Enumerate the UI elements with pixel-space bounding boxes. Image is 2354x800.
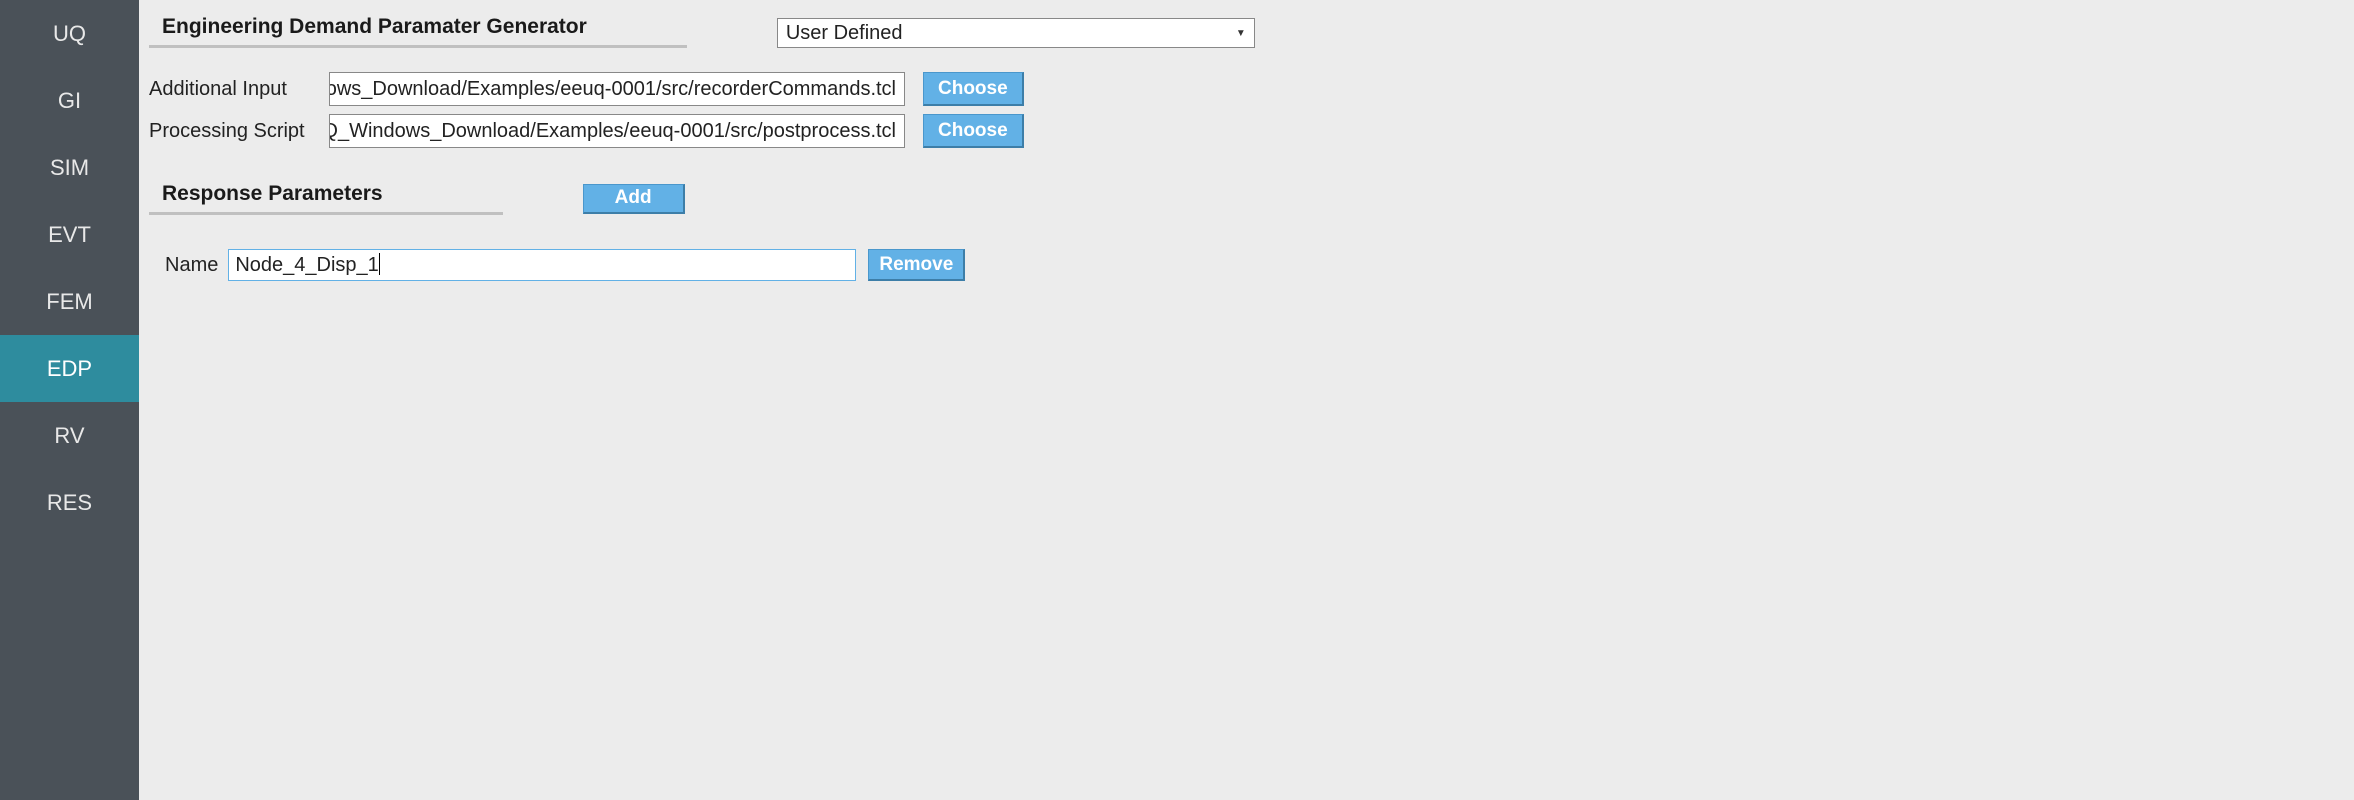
generator-selected-value: User Defined [786, 22, 903, 45]
header-row: Engineering Demand Paramater Generator U… [149, 15, 2354, 48]
page-title: Engineering Demand Paramater Generator [149, 15, 687, 48]
processing-script-label: Processing Script [149, 120, 329, 143]
add-parameter-button[interactable]: Add [583, 184, 685, 214]
param-name-label: Name [165, 254, 218, 277]
processing-script-row: Processing Script nload/EE-UQ_Windows_Do… [149, 114, 2354, 148]
sidebar-item-fem[interactable]: FEM [0, 268, 139, 335]
text-cursor [379, 253, 380, 275]
sidebar-item-uq[interactable]: UQ [0, 0, 139, 67]
chevron-down-icon: ▼ [1236, 28, 1246, 39]
additional-input-field[interactable]: E-UQ_Windows_Download/Examples/eeuq-0001… [329, 72, 905, 106]
sidebar-item-evt[interactable]: EVT [0, 201, 139, 268]
choose-processing-button[interactable]: Choose [923, 114, 1024, 148]
response-header-row: Response Parameters Add [149, 182, 2354, 215]
response-param-row: Name Node_4_Disp_1 Remove [149, 249, 2354, 281]
remove-parameter-button[interactable]: Remove [868, 249, 965, 281]
processing-script-field[interactable]: nload/EE-UQ_Windows_Download/Examples/ee… [329, 114, 905, 148]
sidebar-item-rv[interactable]: RV [0, 402, 139, 469]
sidebar-item-sim[interactable]: SIM [0, 134, 139, 201]
sidebar-item-edp[interactable]: EDP [0, 335, 139, 402]
additional-input-label: Additional Input [149, 78, 329, 101]
generator-dropdown[interactable]: User Defined ▼ [777, 18, 1255, 48]
response-section-title: Response Parameters [149, 182, 503, 215]
sidebar-item-res[interactable]: RES [0, 469, 139, 536]
app-root: UQ GI SIM EVT FEM EDP RV RES Engineering… [0, 0, 2354, 800]
choose-additional-button[interactable]: Choose [923, 72, 1024, 106]
sidebar-nav: UQ GI SIM EVT FEM EDP RV RES [0, 0, 139, 800]
main-panel: Engineering Demand Paramater Generator U… [139, 0, 2354, 800]
param-name-input[interactable]: Node_4_Disp_1 [228, 249, 856, 281]
additional-input-row: Additional Input E-UQ_Windows_Download/E… [149, 72, 2354, 106]
sidebar-item-gi[interactable]: GI [0, 67, 139, 134]
